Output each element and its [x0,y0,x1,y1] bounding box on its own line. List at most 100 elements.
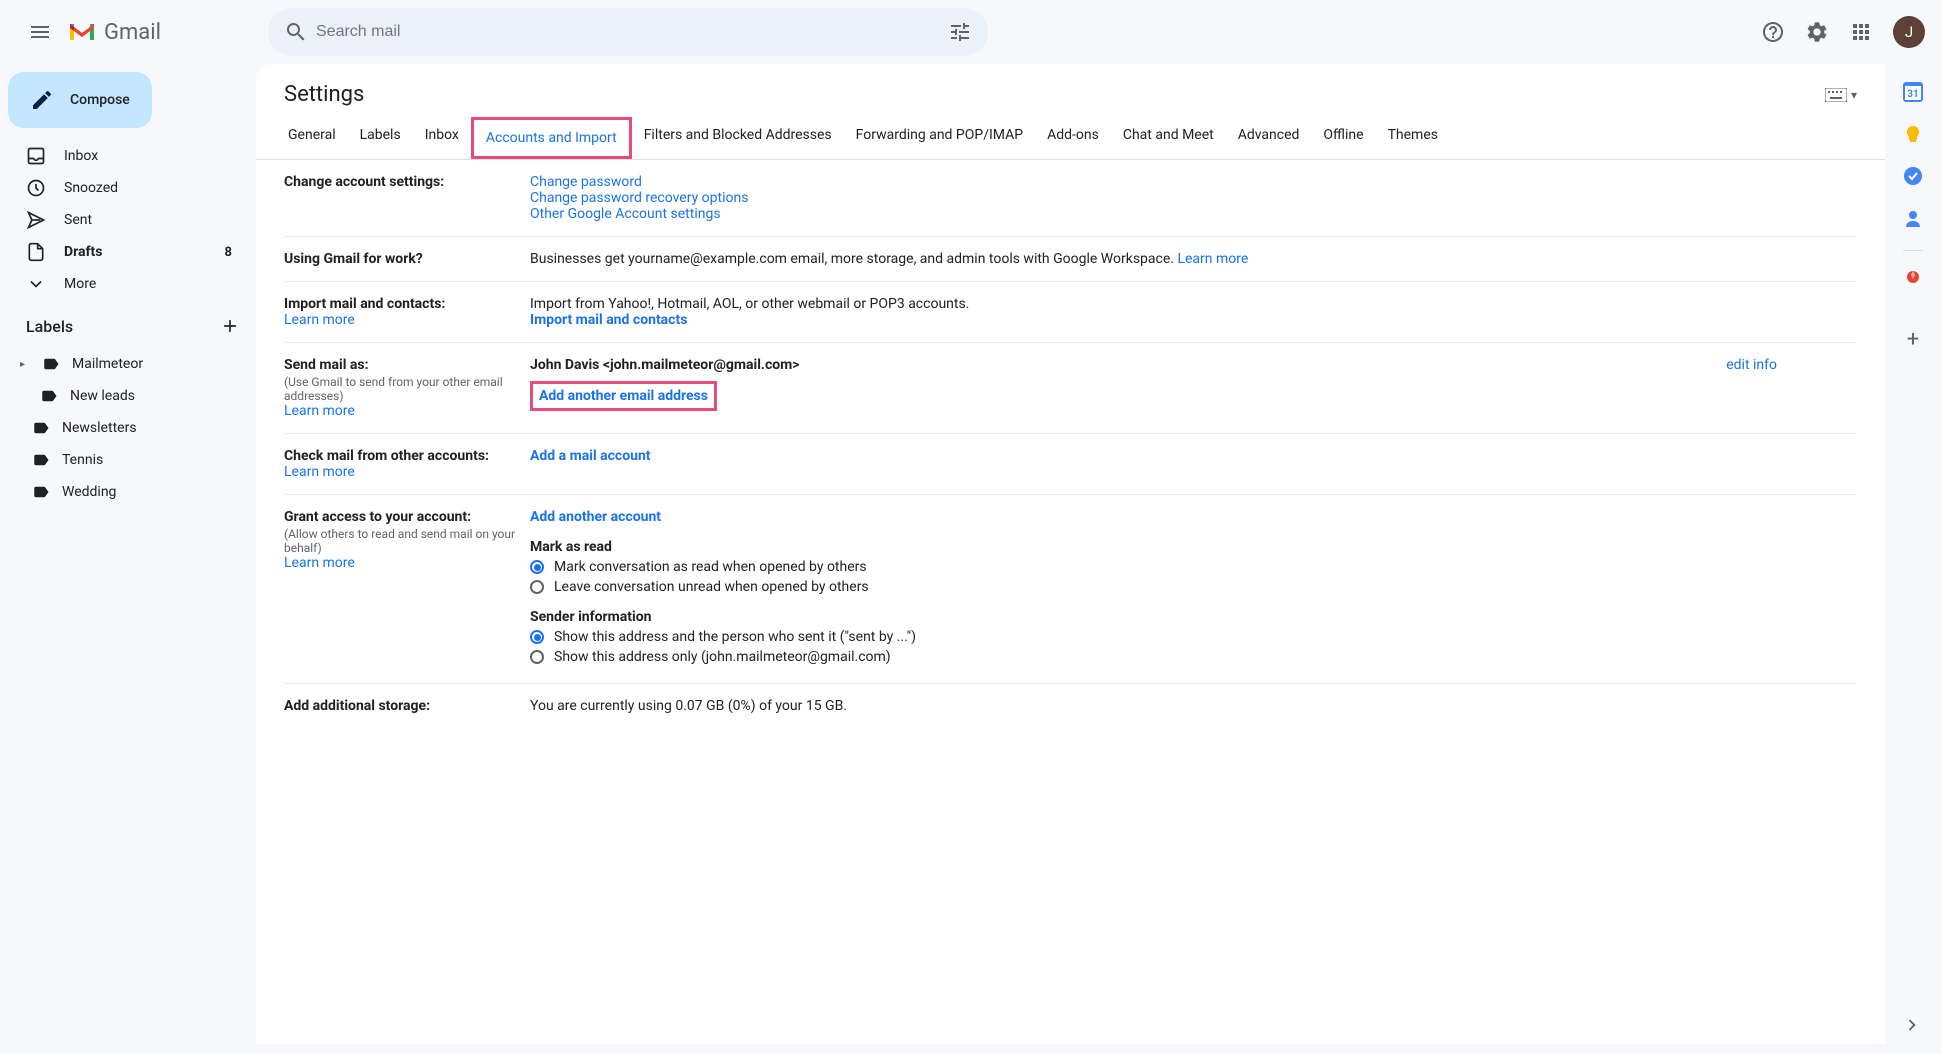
label-wedding[interactable]: Wedding [0,476,256,508]
tab-addons[interactable]: Add-ons [1035,117,1111,159]
account-avatar[interactable]: J [1893,16,1925,48]
tab-offline[interactable]: Offline [1311,117,1375,159]
search-icon [284,20,308,44]
label-mailmeteor[interactable]: ▸ Mailmeteor [0,348,256,380]
add-addon-button[interactable]: + [1903,329,1923,349]
send-as-identity: John Davis <john.mailmeteor@gmail.com> [530,357,1726,373]
side-panel: 31 + [1885,64,1941,1054]
dropdown-icon: ▾ [1851,88,1857,102]
learn-more-link[interactable]: Learn more [284,403,355,419]
contacts-app-button[interactable] [1903,208,1923,228]
radio-label: Leave conversation unread when opened by… [554,579,869,595]
radio-leave-unread[interactable]: Leave conversation unread when opened by… [530,579,1857,595]
radio-label: Show this address only (john.mailmeteor@… [554,649,891,665]
row-change-account: Change account settings: Change password… [284,160,1857,237]
apps-button[interactable] [1841,12,1881,52]
compose-button[interactable]: Compose [8,72,152,128]
radio-show-sent-by[interactable]: Show this address and the person who sen… [530,629,1857,645]
label-new-leads[interactable]: New leads [0,380,256,412]
add-email-link[interactable]: Add another email address [539,388,708,404]
add-email-highlight: Add another email address [530,381,717,411]
sidebar-item-more[interactable]: More [0,268,256,300]
main-menu-button[interactable] [16,8,64,56]
tasks-app-button[interactable] [1903,166,1923,186]
search-box[interactable] [268,8,988,56]
row-title: Check mail from other accounts: [284,448,530,464]
mark-read-header: Mark as read [530,539,1857,555]
label-text: Tennis [62,452,103,468]
radio-mark-read[interactable]: Mark conversation as read when opened by… [530,559,1857,575]
radio-show-address-only[interactable]: Show this address only (john.mailmeteor@… [530,649,1857,665]
radio-icon [530,580,544,594]
add-mail-account-link[interactable]: Add a mail account [530,448,651,464]
add-label-button[interactable] [216,312,244,340]
search-input[interactable] [316,23,940,41]
row-title: Import mail and contacts: [284,296,530,312]
tune-icon [948,20,972,44]
tasks-icon [1903,166,1923,186]
label-icon [42,355,60,373]
label-text: Mailmeteor [72,356,143,372]
main-content: Settings ▾ General Labels Inbox Accounts… [256,64,1885,1044]
panel-divider [1903,250,1923,251]
calendar-icon: 31 [1903,82,1923,102]
row-subtitle: (Use Gmail to send from your other email… [284,375,530,403]
learn-more-link[interactable]: Learn more [284,555,355,571]
tab-advanced[interactable]: Advanced [1226,117,1312,159]
learn-more-link[interactable]: Learn more [284,312,355,328]
gmail-logo[interactable]: Gmail [68,20,161,45]
tab-labels[interactable]: Labels [348,117,413,159]
row-title: Change account settings: [284,174,530,190]
expand-panel-button[interactable] [1901,1014,1923,1036]
label-icon [32,451,50,469]
tab-accounts-import[interactable]: Accounts and Import [471,117,632,159]
search-options-button[interactable] [940,12,980,52]
search-button[interactable] [276,12,316,52]
tab-inbox[interactable]: Inbox [413,117,471,159]
keep-icon [1903,124,1923,144]
learn-more-link[interactable]: Learn more [284,464,355,480]
tab-general[interactable]: General [276,117,348,159]
drafts-count: 8 [225,245,232,260]
row-storage: Add additional storage: You are currentl… [284,684,1857,728]
tab-themes[interactable]: Themes [1376,117,1450,159]
tab-forwarding[interactable]: Forwarding and POP/IMAP [844,117,1035,159]
svg-text:31: 31 [1907,89,1918,100]
settings-title: Settings [284,82,364,107]
sidebar-item-snoozed[interactable]: Snoozed [0,172,256,204]
keep-app-button[interactable] [1903,124,1923,144]
plus-icon [220,316,240,336]
other-settings-link[interactable]: Other Google Account settings [530,206,721,222]
sidebar-item-drafts[interactable]: Drafts 8 [0,236,256,268]
sidebar-item-inbox[interactable]: Inbox [0,140,256,172]
change-recovery-link[interactable]: Change password recovery options [530,190,748,206]
support-button[interactable] [1753,12,1793,52]
tab-filters[interactable]: Filters and Blocked Addresses [632,117,844,159]
label-icon [32,419,50,437]
radio-icon [530,650,544,664]
import-mail-link[interactable]: Import mail and contacts [530,312,687,328]
input-tools-button[interactable]: ▾ [1825,88,1857,102]
radio-label: Show this address and the person who sen… [554,629,916,645]
row-text: Import from Yahoo!, Hotmail, AOL, or oth… [530,296,1857,312]
tab-chat-meet[interactable]: Chat and Meet [1111,117,1226,159]
label-newsletters[interactable]: Newsletters [0,412,256,444]
compose-label: Compose [70,92,130,108]
clock-icon [26,178,46,198]
plus-icon: + [1907,327,1919,352]
sidebar-item-sent[interactable]: Sent [0,204,256,236]
label-tennis[interactable]: Tennis [0,444,256,476]
app-header: Gmail J [0,0,1941,64]
addon-button[interactable] [1903,267,1923,287]
row-title: Send mail as: [284,357,530,373]
calendar-app-button[interactable]: 31 [1903,82,1923,102]
chevron-right-icon[interactable]: ▸ [20,359,30,370]
add-another-account-link[interactable]: Add another account [530,509,661,525]
sender-info-header: Sender information [530,609,1857,625]
change-password-link[interactable]: Change password [530,174,642,190]
labels-title: Labels [26,317,73,336]
settings-button[interactable] [1797,12,1837,52]
edit-info-link[interactable]: edit info [1726,357,1777,373]
nav-label: Sent [64,212,92,228]
learn-more-link[interactable]: Learn more [1177,251,1248,267]
